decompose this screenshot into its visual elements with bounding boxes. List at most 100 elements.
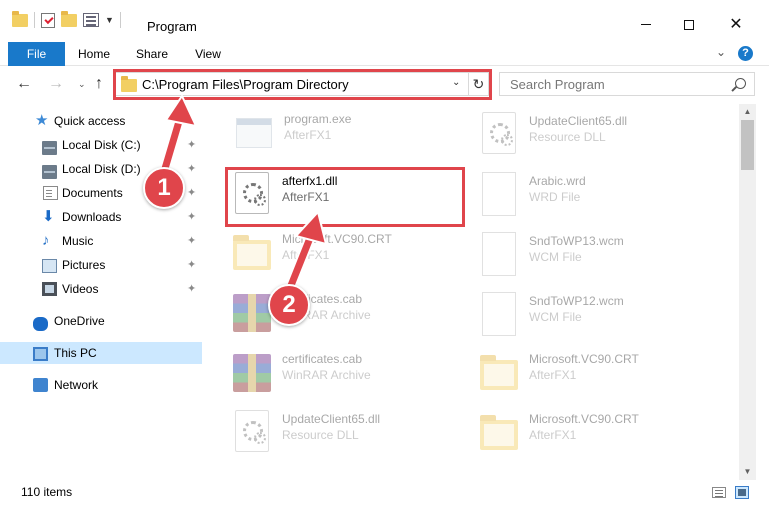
new-folder-icon[interactable] [61, 10, 77, 27]
maximize-button[interactable] [666, 10, 712, 40]
file-item[interactable]: Microsoft.VC90.CRT AfterFX1 [477, 408, 717, 464]
download-icon: ⬇ [42, 208, 55, 225]
sidebar-item-label: Network [54, 378, 99, 392]
file-type: Resource DLL [529, 130, 606, 144]
sidebar-item-network[interactable]: Network [0, 374, 202, 396]
item-count: 110 items [21, 485, 73, 499]
sidebar-item-videos[interactable]: Videos ✦ [0, 278, 202, 300]
sidebar-item-onedrive[interactable]: OneDrive [0, 310, 202, 332]
file-item[interactable]: Microsoft.VC90.CRT AfterFX1 [477, 348, 717, 404]
sidebar-item-local-disk-c[interactable]: Local Disk (C:) ✦ [0, 134, 202, 156]
pin-icon[interactable]: ✦ [187, 278, 196, 300]
sidebar-item-label: Local Disk (D:) [62, 162, 141, 176]
recent-locations-chevron-icon[interactable]: ⌄ [78, 79, 86, 90]
up-button[interactable]: ↑ [95, 75, 103, 93]
sidebar-item-this-pc[interactable]: This PC [0, 342, 202, 364]
documents-icon [43, 186, 58, 200]
help-icon[interactable]: ? [738, 46, 753, 61]
cloud-icon [33, 317, 48, 331]
forward-button[interactable]: → [48, 75, 64, 93]
file-type: AfterFX1 [529, 428, 577, 442]
folder-icon [480, 355, 518, 390]
scroll-thumb[interactable] [741, 120, 754, 170]
details-view-icon[interactable] [712, 487, 726, 498]
file-item[interactable]: certificates.cab WinRAR Archive [230, 348, 470, 404]
close-button[interactable]: ✕ [713, 10, 759, 40]
folder-icon [480, 415, 518, 450]
step-1-badge: 1 [143, 167, 185, 209]
sidebar-item-downloads[interactable]: ⬇ Downloads ✦ [0, 206, 202, 228]
properties-icon[interactable] [83, 13, 99, 27]
file-type: WRD File [529, 190, 581, 204]
back-button[interactable]: ← [16, 75, 32, 93]
tab-view[interactable]: View [190, 42, 226, 66]
file-type: AfterFX1 [529, 368, 577, 382]
file-type: AfterFX1 [284, 128, 332, 142]
search-input[interactable]: Search Program [499, 72, 755, 96]
file-type: WinRAR Archive [282, 368, 371, 382]
file-name: Arabic.wrd [529, 174, 586, 188]
drive-icon [42, 165, 57, 179]
status-bar: 110 items [0, 480, 769, 504]
window-bottom-edge [0, 504, 769, 516]
music-icon: ♪ [42, 232, 50, 249]
tab-file[interactable]: File [8, 42, 65, 66]
document-icon [482, 172, 516, 216]
file-item[interactable]: SndToWP12.wcm WCM File [477, 290, 717, 346]
window-title: Program [147, 19, 197, 34]
sidebar-item-quick-access[interactable]: ★ Quick access [0, 110, 202, 132]
chevron-down-icon[interactable]: ⌄ [716, 45, 726, 59]
file-item[interactable]: Microsoft.VC90.CRT AfterFX1 [230, 228, 470, 284]
drive-icon [42, 141, 57, 155]
folder-icon [12, 10, 28, 27]
maximize-icon [684, 19, 694, 30]
file-name: SndToWP12.wcm [529, 294, 624, 308]
dll-file-highlight-box [225, 167, 465, 227]
dll-icon [235, 410, 269, 452]
pin-icon[interactable]: ✦ [187, 158, 196, 180]
file-item[interactable]: certificates.cab WinRAR Archive [230, 288, 470, 344]
file-item[interactable]: UpdateClient65.dll Resource DLL [477, 110, 717, 166]
sidebar-item-label: Pictures [62, 258, 106, 272]
search-icon [735, 78, 746, 89]
minimize-button[interactable] [623, 10, 669, 40]
file-name: Microsoft.VC90.CRT [282, 232, 392, 246]
file-item[interactable]: Arabic.wrd WRD File [477, 170, 717, 226]
scroll-down-arrow-icon[interactable]: ▼ [739, 466, 756, 478]
exe-icon [236, 118, 272, 148]
file-item[interactable]: program.exe AfterFX1 [232, 108, 472, 164]
file-item[interactable]: SndToWP13.wcm WCM File [477, 230, 717, 286]
sidebar-item-music[interactable]: ♪ Music ✦ [0, 230, 202, 252]
sidebar-item-label: OneDrive [54, 314, 105, 328]
sidebar-item-label: Videos [62, 282, 99, 296]
sidebar-item-label: Quick access [54, 114, 126, 128]
title-bar: ▼ Program ✕ [0, 0, 769, 42]
search-placeholder: Search Program [510, 77, 605, 92]
archive-icon [233, 354, 271, 392]
toolbar-separator [119, 12, 121, 28]
pin-icon[interactable]: ✦ [187, 230, 196, 252]
videos-icon [42, 282, 57, 296]
scroll-up-arrow-icon[interactable]: ▲ [739, 106, 756, 118]
file-name: program.exe [284, 112, 352, 126]
sidebar-item-pictures[interactable]: Pictures ✦ [0, 254, 202, 276]
minimize-icon [641, 24, 651, 26]
large-icons-view-icon[interactable] [735, 486, 749, 499]
pin-icon[interactable]: ✦ [187, 134, 196, 156]
pin-icon[interactable]: ✦ [187, 182, 196, 204]
file-item[interactable]: UpdateClient65.dll Resource DLL [230, 408, 470, 464]
folder-icon [233, 235, 271, 270]
file-type: Resource DLL [282, 428, 359, 442]
pin-icon[interactable]: ✦ [187, 206, 196, 228]
tab-home[interactable]: Home [72, 42, 116, 66]
vertical-scrollbar[interactable]: ▲ ▼ [739, 104, 756, 480]
sidebar-item-label: This PC [54, 346, 97, 360]
properties-check-icon[interactable] [41, 12, 55, 28]
file-type: WCM File [529, 250, 582, 264]
sidebar-item-label: Documents [62, 186, 123, 200]
tab-share[interactable]: Share [130, 42, 174, 66]
address-bar-highlight-box [113, 69, 492, 100]
sidebar-item-label: Music [62, 234, 94, 248]
customize-toolbar-chevron-icon[interactable]: ▼ [105, 15, 114, 25]
pin-icon[interactable]: ✦ [187, 254, 196, 276]
